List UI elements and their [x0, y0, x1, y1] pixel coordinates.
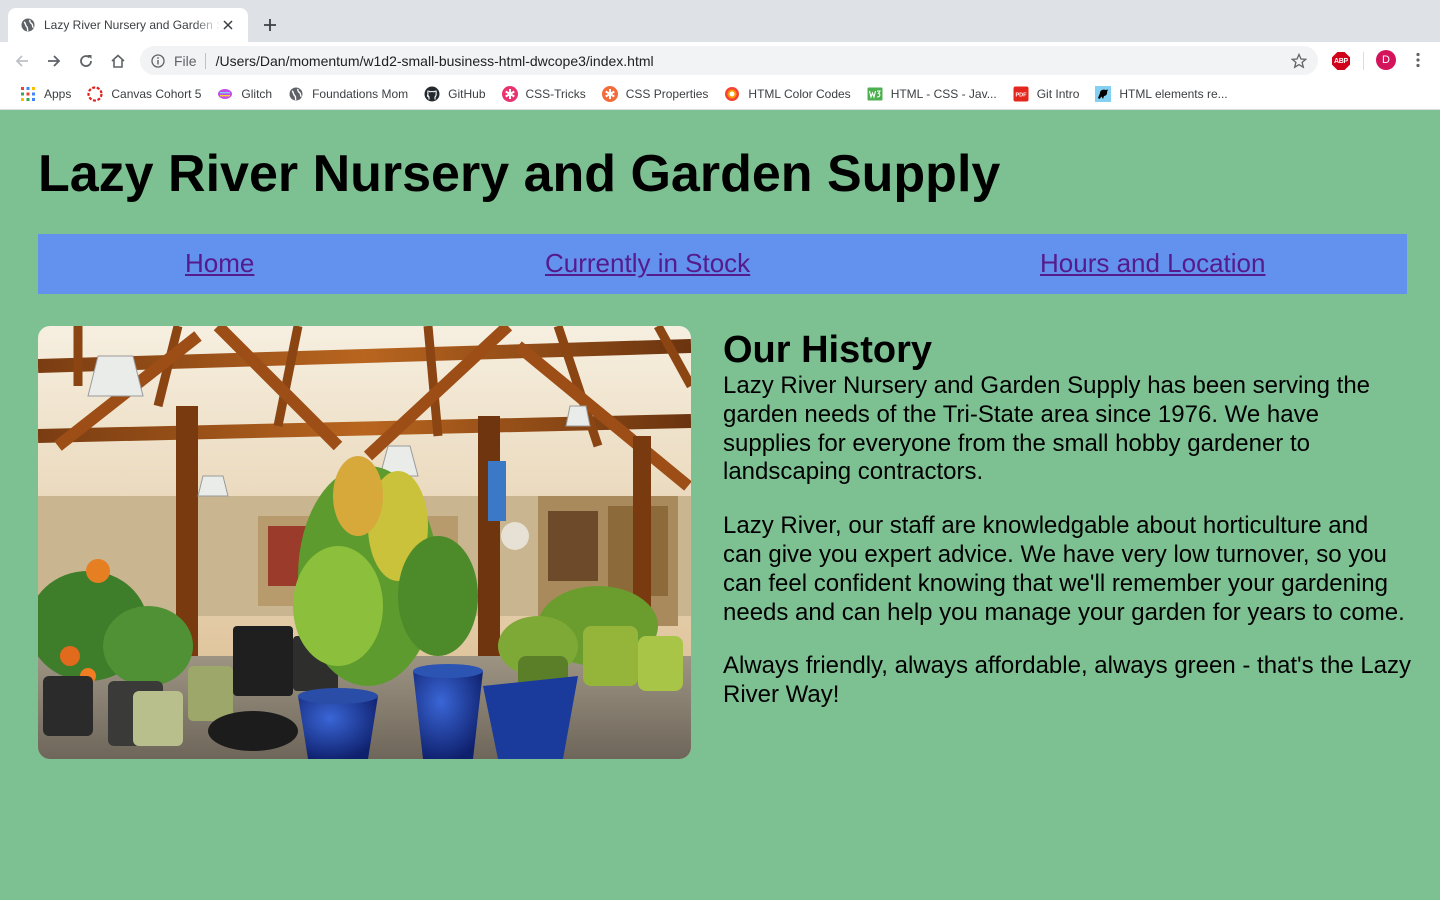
bookmark-canvas[interactable]: Canvas Cohort 5: [81, 82, 207, 106]
forward-button[interactable]: [41, 48, 67, 74]
bookmark-label: HTML Color Codes: [748, 87, 851, 101]
bookmark-foundations[interactable]: Foundations Mom: [282, 82, 414, 106]
adblock-label: ABP: [1332, 52, 1350, 70]
back-button[interactable]: [9, 48, 35, 74]
bookmark-label: HTML - CSS - Jav...: [890, 87, 997, 101]
arrow-left-icon: [15, 55, 28, 67]
history-paragraph: Lazy River Nursery and Garden Supply has…: [723, 372, 1371, 486]
bookmark-star-icon[interactable]: [1290, 52, 1308, 70]
nav-link-in-stock[interactable]: Currently in Stock: [545, 248, 750, 279]
tab-strip: Lazy River Nursery and Garden Supply: [0, 0, 1440, 42]
garden-center-photo: [38, 326, 691, 759]
bookmark-css-tricks[interactable]: CSS-Tricks: [496, 82, 592, 106]
apps-grid-icon: [20, 86, 36, 102]
bookmark-label: Canvas Cohort 5: [111, 87, 202, 101]
adblock-extension-icon[interactable]: ABP: [1332, 52, 1350, 70]
color-codes-icon: [724, 86, 740, 102]
menu-kebab-icon[interactable]: [1408, 48, 1428, 72]
reload-icon: [80, 55, 92, 67]
profile-avatar[interactable]: D: [1376, 50, 1396, 70]
address-bar[interactable]: File /Users/Dan/momentum/w1d2-small-busi…: [140, 46, 1318, 75]
site-nav: Home Currently in Stock Hours and Locati…: [38, 234, 1407, 294]
nav-link-home[interactable]: Home: [185, 248, 254, 279]
bookmark-label: HTML elements re...: [1119, 87, 1228, 101]
browser-chrome: Lazy River Nursery and Garden Supply Fil…: [0, 0, 1440, 110]
tab-title: Lazy River Nursery and Garden Supply: [44, 18, 220, 32]
new-tab-button[interactable]: [258, 13, 282, 37]
bookmarks-bar: Apps Canvas Cohort 5 Glitch Foundations …: [0, 79, 1440, 110]
browser-toolbar: File /Users/Dan/momentum/w1d2-small-busi…: [0, 42, 1440, 79]
plus-icon: [264, 19, 276, 31]
w3-icon: [867, 86, 883, 102]
history-paragraph: Lazy River, our staff are knowledgable a…: [723, 512, 1405, 626]
bookmark-github[interactable]: GitHub: [418, 82, 491, 106]
home-button[interactable]: [105, 48, 131, 74]
arrow-right-icon: [48, 55, 61, 67]
history-section: Our History Lazy River Nursery and Garde…: [723, 326, 1413, 735]
bookmark-label: CSS-Tricks: [525, 87, 586, 101]
bookmark-glitch[interactable]: Glitch: [211, 82, 278, 106]
svg-text:PDF: PDF: [1015, 93, 1027, 99]
history-heading: Our History: [723, 329, 933, 371]
page-body: Lazy River Nursery and Garden Supply Hom…: [0, 110, 1440, 900]
bookmark-label: Git Intro: [1036, 87, 1080, 101]
glitch-icon: [217, 86, 233, 102]
page-title: Lazy River Nursery and Garden Supply: [38, 145, 1001, 203]
browser-tab[interactable]: Lazy River Nursery and Garden Supply: [8, 8, 248, 42]
bookmark-mdn[interactable]: HTML elements re...: [1089, 82, 1233, 106]
css-tricks-icon: [501, 86, 518, 102]
globe-icon: [288, 86, 304, 102]
nav-link-hours-location[interactable]: Hours and Location: [1040, 248, 1265, 279]
url-text[interactable]: /Users/Dan/momentum/w1d2-small-business-…: [216, 53, 654, 69]
bookmark-git-intro[interactable]: PDF Git Intro: [1007, 82, 1086, 106]
bookmark-label: Apps: [44, 87, 72, 101]
css-properties-icon: [601, 86, 618, 102]
address-divider: [204, 52, 206, 69]
bookmark-css-properties[interactable]: CSS Properties: [596, 82, 715, 106]
bookmark-label: Glitch: [241, 87, 273, 101]
close-icon[interactable]: [220, 17, 236, 33]
info-icon[interactable]: [150, 53, 166, 69]
bookmark-label: CSS Properties: [625, 87, 709, 101]
globe-icon: [20, 17, 36, 33]
bookmark-apps[interactable]: Apps: [14, 82, 77, 106]
pdf-icon: PDF: [1013, 86, 1029, 102]
reload-button[interactable]: [73, 48, 99, 74]
canvas-icon: [87, 86, 103, 102]
scheme-label: File: [174, 52, 197, 69]
github-icon: [424, 86, 440, 102]
bookmark-label: Foundations Mom: [312, 87, 409, 101]
bookmark-w3[interactable]: HTML - CSS - Jav...: [861, 82, 1003, 106]
toolbar-divider: [1363, 52, 1364, 70]
home-icon: [111, 54, 125, 68]
mdn-icon: [1095, 86, 1112, 102]
history-paragraph: Always friendly, always affordable, alwa…: [723, 652, 1412, 709]
bookmark-html-color-codes[interactable]: HTML Color Codes: [718, 82, 856, 106]
bookmark-label: GitHub: [448, 87, 486, 101]
